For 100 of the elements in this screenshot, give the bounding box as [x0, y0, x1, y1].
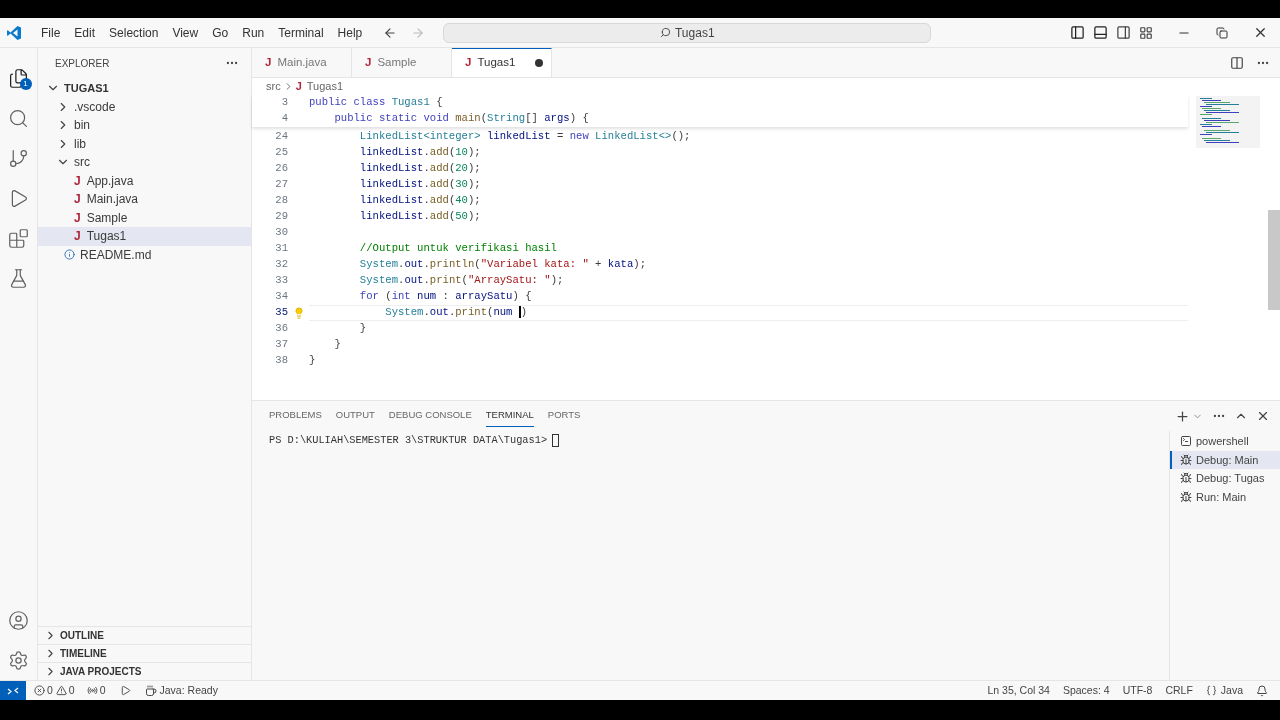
encoding-status[interactable]: UTF-8 — [1122, 682, 1153, 699]
bug-icon — [1180, 453, 1192, 466]
extensions-icon — [8, 227, 29, 249]
line-number: 31 — [274, 241, 288, 257]
error-count[interactable]: 0 — [47, 682, 53, 699]
run-icon[interactable] — [119, 685, 131, 696]
terminal-cursor — [552, 434, 560, 448]
line-number: 30 — [274, 225, 288, 241]
explorer-item[interactable]: README.md — [38, 245, 251, 264]
explorer-item[interactable]: J App.java — [38, 171, 251, 190]
language-status[interactable]: Java — [1220, 682, 1243, 699]
close-panel-icon[interactable] — [1256, 409, 1270, 423]
minimap-drawing — [1196, 96, 1260, 148]
app-logo-icon — [6, 24, 22, 41]
braces-icon — [1205, 685, 1217, 696]
sidebar-title: EXPLORER — [55, 56, 110, 71]
account-icon — [8, 609, 29, 631]
code-line: linkedList.add(40); — [358, 193, 481, 209]
explorer-tab[interactable]: 1 — [0, 58, 38, 98]
remote-icon — [7, 685, 19, 696]
menu-item[interactable]: Terminal — [271, 23, 331, 42]
code-line: linkedList.add(30); — [358, 177, 481, 193]
line-number: 36 — [274, 321, 288, 337]
toggle-panel-icon[interactable] — [1093, 25, 1108, 40]
panel-tab[interactable]: PROBLEMS — [269, 405, 322, 427]
panel-tab[interactable]: PORTS — [547, 405, 581, 427]
code-line: } — [358, 321, 367, 337]
terminal-list-item[interactable]: powershell — [1170, 432, 1280, 451]
breadcrumb-item[interactable]: J Tugas1 — [295, 78, 344, 95]
code-line: public static void main(String[] args) { — [333, 111, 589, 127]
explorer-item[interactable]: J Tugas1 — [38, 227, 251, 246]
code-line: } — [309, 353, 316, 369]
notifications-icon[interactable] — [1256, 684, 1268, 697]
menu-item[interactable]: Go — [205, 23, 236, 42]
explorer-item[interactable]: J Main.java — [38, 190, 251, 209]
editor-tab[interactable]: J Main.java — [252, 48, 352, 77]
menu-item[interactable]: Selection — [102, 23, 166, 42]
code-line: System.out.println("Variabel kata: " + kata); — [358, 257, 646, 273]
info-icon — [64, 249, 75, 261]
indentation-status[interactable]: Spaces: 4 — [1062, 682, 1110, 699]
explorer-item[interactable]: bin — [38, 116, 251, 135]
line-number: 24 — [274, 129, 288, 145]
code-line: //Output untuk verifikasi hasil — [358, 241, 557, 257]
terminal-list-item[interactable]: Debug: Main — [1170, 450, 1280, 469]
warning-count[interactable]: 0 — [68, 682, 75, 699]
toggle-secondary-sidebar-icon[interactable] — [1116, 25, 1131, 40]
bug-icon — [1180, 490, 1192, 503]
search-icon — [660, 27, 671, 38]
terminal-prompt: PS D:\KULIAH\SEMESTER 3\STRUKTUR DATA\Tugas1> — [269, 433, 548, 448]
sidebar-section-header[interactable]: TIMELINE — [38, 644, 251, 662]
back-icon[interactable] — [383, 25, 398, 40]
toggle-sidebar-icon[interactable] — [1070, 25, 1085, 40]
settings-icon — [8, 649, 29, 671]
panel-tab[interactable]: DEBUG CONSOLE — [388, 405, 472, 427]
error-icon — [34, 685, 45, 696]
new-terminal-icon[interactable] — [1175, 408, 1190, 424]
line-number: 35 — [274, 305, 288, 321]
scrollbar-thumb[interactable] — [1268, 210, 1280, 310]
warning-icon — [55, 685, 67, 696]
code-line: System.out.print(num ) — [384, 305, 528, 321]
menu-item[interactable]: Help — [330, 23, 370, 42]
testing-icon — [8, 267, 29, 289]
line-number: 3 — [280, 95, 288, 111]
menu-item[interactable]: View — [165, 23, 206, 42]
restore-icon[interactable] — [1216, 26, 1228, 39]
command-center-search[interactable]: Tugas1 — [443, 22, 932, 43]
line-number: 26 — [274, 161, 288, 177]
line-number: 37 — [274, 337, 288, 353]
code-line: } — [333, 337, 341, 353]
code-line: for (int num : arraySatu) { — [358, 289, 532, 305]
explorer-item[interactable]: .vscode — [38, 97, 251, 116]
remote-button[interactable] — [0, 681, 26, 700]
line-number: 4 — [280, 111, 288, 127]
java-status[interactable]: Java: Ready — [159, 682, 218, 699]
panel-tab[interactable]: OUTPUT — [335, 405, 375, 427]
bug-icon — [1180, 472, 1192, 485]
terminal-list-item[interactable]: Run: Main — [1170, 487, 1280, 506]
layout-icon[interactable] — [1139, 25, 1153, 40]
split-editor-icon[interactable] — [1230, 55, 1244, 70]
breadcrumb-item[interactable]: src — [266, 78, 281, 95]
ports-count[interactable]: 0 — [99, 682, 106, 699]
explorer-item[interactable]: src — [38, 153, 251, 172]
explorer-item[interactable]: lib — [38, 134, 251, 153]
close-icon[interactable] — [1253, 25, 1268, 40]
explorer-item[interactable]: TUGAS1 — [38, 79, 251, 98]
eol-status[interactable]: CRLF — [1165, 682, 1193, 699]
explorer-icon — [8, 67, 29, 89]
sidebar-section-header[interactable]: OUTLINE — [38, 626, 251, 644]
coffee-cup-icon — [144, 684, 157, 697]
menu-item[interactable]: Edit — [67, 23, 103, 42]
code-line: linkedList.add(50); — [358, 209, 481, 225]
code-line: linkedList.add(20); — [358, 161, 481, 177]
explorer-item[interactable]: J Sample — [38, 208, 251, 227]
terminal-list-item[interactable]: Debug: Tugas — [1170, 469, 1280, 488]
editor-tab[interactable]: J Tugas1 — [452, 48, 552, 77]
menu-item[interactable]: File — [34, 23, 68, 42]
cursor-position[interactable]: Ln 35, Col 34 — [987, 682, 1050, 699]
code-line: public class Tugas1 { — [309, 95, 443, 111]
panel-tab[interactable]: TERMINAL — [485, 405, 534, 427]
menu-item[interactable]: Run — [235, 23, 272, 42]
